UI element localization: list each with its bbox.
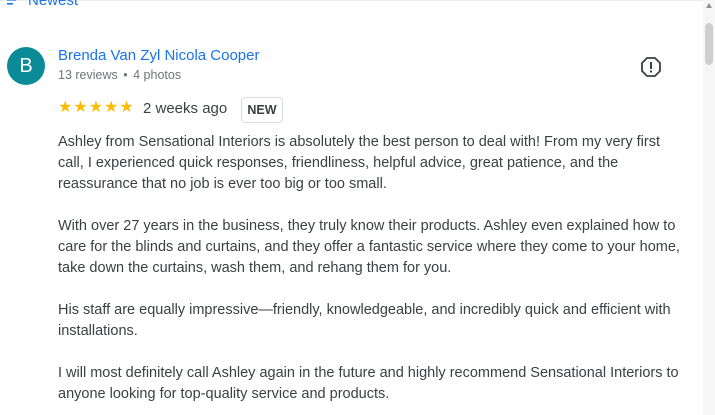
review-paragraph: I will most definitely call Ashley again…	[58, 365, 679, 402]
star-icon: ★	[58, 99, 73, 116]
report-button[interactable]	[640, 56, 662, 82]
report-alert-icon	[641, 56, 661, 82]
star-icon: ★	[73, 99, 88, 116]
photos-count: 4 photos	[133, 68, 182, 82]
review-paragraph: With over 27 years in the business, they…	[58, 218, 680, 276]
reviewer-name[interactable]: Brenda Van Zyl Nicola Cooper	[58, 47, 260, 65]
review-text: Ashley from Sensational Interiors is abs…	[58, 132, 688, 415]
reviews-panel: Newest B Brenda Van Zyl Nicola Cooper 13…	[0, 0, 715, 415]
reviewer-meta: 13 reviews • 4 photos	[58, 67, 181, 83]
review-card: B Brenda Van Zyl Nicola Cooper 13 review…	[0, 0, 705, 415]
avatar[interactable]: B	[7, 47, 45, 85]
chevron-up-icon[interactable]	[705, 2, 713, 10]
star-icon: ★	[119, 99, 134, 116]
review-time: 2 weeks ago	[143, 100, 228, 117]
star-rating: ★ ★ ★ ★ ★	[58, 99, 134, 117]
star-icon: ★	[88, 99, 104, 116]
reviews-count: 13 reviews	[58, 68, 118, 82]
star-icon: ★	[104, 99, 119, 116]
meta-separator: •	[123, 68, 128, 82]
avatar-initial: B	[19, 54, 33, 77]
vertical-scrollbar[interactable]	[703, 0, 715, 415]
new-badge: NEW	[241, 97, 283, 123]
scroll-thumb[interactable]	[705, 23, 713, 65]
review-paragraph: His staff are equally impressive—friendl…	[58, 302, 671, 339]
review-paragraph: Ashley from Sensational Interiors is abs…	[58, 134, 660, 192]
